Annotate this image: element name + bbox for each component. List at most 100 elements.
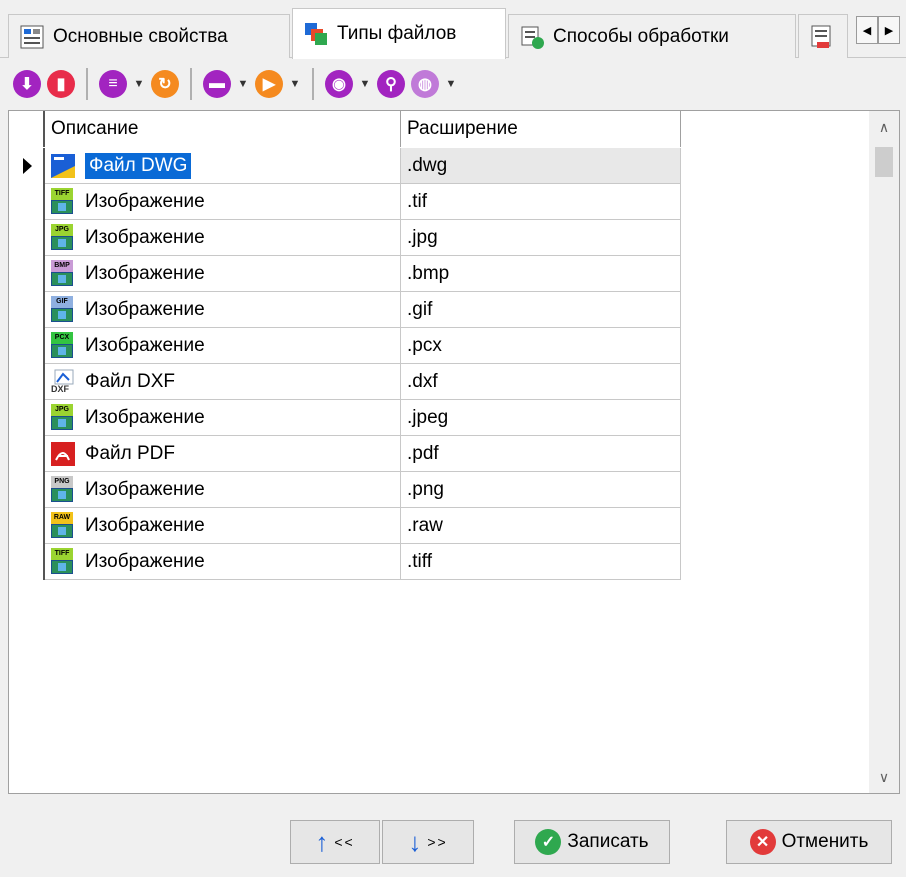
extension-cell[interactable]: .jpeg — [401, 400, 681, 436]
extension-cell[interactable]: .pcx — [401, 328, 681, 364]
table-row[interactable]: DXF Файл DXF .dxf — [9, 364, 681, 400]
delete-button[interactable]: ▮ — [44, 67, 78, 101]
tab-file-types[interactable]: Типы файлов — [292, 8, 506, 59]
tab-scroll-left-icon[interactable]: ◀ — [856, 16, 878, 44]
format-tag: GIF — [51, 295, 73, 308]
description-text: Изображение — [85, 334, 205, 356]
image-icon: RAW — [49, 511, 79, 540]
format-tag: TIFF — [51, 187, 73, 200]
tab-scroll-buttons: ◀ ▶ — [856, 16, 900, 44]
description-cell[interactable]: JPG Изображение — [45, 400, 401, 436]
description-cell[interactable]: Файл PDF — [45, 436, 401, 472]
description-cell[interactable]: RAW Изображение — [45, 508, 401, 544]
extension-cell[interactable]: .tif — [401, 184, 681, 220]
table-row[interactable]: RAW Изображение .raw — [9, 508, 681, 544]
add-button[interactable]: ⬇ — [10, 67, 44, 101]
description-cell[interactable]: PNG Изображение — [45, 472, 401, 508]
globe-dropdown-icon[interactable]: ▼ — [442, 67, 460, 101]
search-button[interactable]: ⚲ — [374, 67, 408, 101]
row-indicator[interactable] — [9, 508, 45, 544]
extension-cell[interactable]: .dxf — [401, 364, 681, 400]
description-cell[interactable]: GIF Изображение — [45, 292, 401, 328]
globe-button[interactable]: ◍ — [408, 67, 442, 101]
row-indicator[interactable] — [9, 148, 45, 184]
image-icon: JPG — [49, 223, 79, 252]
row-indicator[interactable] — [9, 328, 45, 364]
table-row[interactable]: TIFF Изображение .tif — [9, 184, 681, 220]
description-cell[interactable]: Файл DWG — [45, 148, 401, 184]
description-cell[interactable]: PCX Изображение — [45, 328, 401, 364]
extension-cell[interactable]: .bmp — [401, 256, 681, 292]
list-button[interactable]: ≡ — [96, 67, 130, 101]
toolbar-separator — [86, 68, 88, 100]
move-down-button[interactable]: ↓ >> — [382, 820, 474, 864]
vertical-scrollbar[interactable]: ∧ ∨ — [869, 111, 899, 793]
row-indicator[interactable] — [9, 400, 45, 436]
pdf-icon — [49, 440, 79, 468]
extension-cell[interactable]: .raw — [401, 508, 681, 544]
list-icon: ≡ — [99, 70, 127, 98]
save-button[interactable]: ✓ Записать — [514, 820, 670, 864]
format-tag: TIFF — [51, 547, 73, 560]
tab-processing-methods[interactable]: Способы обработки — [508, 14, 796, 58]
extension-cell[interactable]: .jpg — [401, 220, 681, 256]
row-indicator[interactable] — [9, 472, 45, 508]
refresh-button[interactable]: ↻ — [148, 67, 182, 101]
extension-cell[interactable]: .gif — [401, 292, 681, 328]
table-row[interactable]: JPG Изображение .jpg — [9, 220, 681, 256]
arrow-up-icon: ↑ — [315, 826, 329, 857]
description-text: Изображение — [85, 262, 205, 284]
row-indicator[interactable] — [9, 292, 45, 328]
format-tag: PNG — [51, 475, 73, 488]
save-label: Записать — [567, 831, 649, 852]
description-cell[interactable]: TIFF Изображение — [45, 184, 401, 220]
scroll-up-icon[interactable]: ∧ — [869, 111, 899, 143]
table-row[interactable]: PCX Изображение .pcx — [9, 328, 681, 364]
description-cell[interactable]: BMP Изображение — [45, 256, 401, 292]
row-indicator[interactable] — [9, 544, 45, 580]
scrollbar-thumb[interactable] — [875, 147, 893, 177]
description-text: Изображение — [85, 190, 205, 212]
description-cell[interactable]: TIFF Изображение — [45, 544, 401, 580]
print-dropdown-icon[interactable]: ▼ — [234, 67, 252, 101]
tab-main-properties[interactable]: Основные свойства — [8, 14, 290, 58]
extension-cell[interactable]: .png — [401, 472, 681, 508]
tab-overflow[interactable] — [798, 14, 848, 58]
view-dropdown-icon[interactable]: ▼ — [356, 67, 374, 101]
table-row[interactable]: TIFF Изображение .tiff — [9, 544, 681, 580]
table-row[interactable]: PNG Изображение .png — [9, 472, 681, 508]
extension-cell[interactable]: .pdf — [401, 436, 681, 472]
table-row[interactable]: GIF Изображение .gif — [9, 292, 681, 328]
table-row[interactable]: Файл PDF .pdf — [9, 436, 681, 472]
row-indicator[interactable] — [9, 220, 45, 256]
run-dropdown-icon[interactable]: ▼ — [286, 67, 304, 101]
grid-header: Описание Расширение — [9, 111, 681, 147]
list-dropdown-icon[interactable]: ▼ — [130, 67, 148, 101]
run-icon: ▶ — [255, 70, 283, 98]
extension-cell[interactable]: .tiff — [401, 544, 681, 580]
column-header-extension[interactable]: Расширение — [401, 111, 681, 147]
processing-icon — [519, 24, 545, 50]
print-button[interactable]: ▬ — [200, 67, 234, 101]
row-indicator[interactable] — [9, 256, 45, 292]
description-cell[interactable]: DXF Файл DXF — [45, 364, 401, 400]
description-text: Изображение — [85, 406, 205, 428]
cancel-label: Отменить — [781, 831, 869, 852]
table-row[interactable]: JPG Изображение .jpeg — [9, 400, 681, 436]
description-text: Изображение — [85, 298, 205, 320]
tab-bar: Основные свойства Типы файлов Способы об… — [0, 0, 906, 59]
extension-cell[interactable]: .dwg — [401, 148, 681, 184]
row-indicator[interactable] — [9, 436, 45, 472]
tab-scroll-right-icon[interactable]: ▶ — [878, 16, 900, 44]
cancel-button[interactable]: ✕ Отменить — [726, 820, 892, 864]
run-button[interactable]: ▶ — [252, 67, 286, 101]
table-row[interactable]: BMP Изображение .bmp — [9, 256, 681, 292]
description-cell[interactable]: JPG Изображение — [45, 220, 401, 256]
scroll-down-icon[interactable]: ∨ — [869, 761, 899, 793]
row-indicator[interactable] — [9, 364, 45, 400]
row-indicator[interactable] — [9, 184, 45, 220]
view-button[interactable]: ◉ — [322, 67, 356, 101]
move-up-button[interactable]: ↑ << — [290, 820, 380, 864]
column-header-description[interactable]: Описание — [45, 111, 401, 147]
table-row[interactable]: Файл DWG .dwg — [9, 148, 681, 184]
